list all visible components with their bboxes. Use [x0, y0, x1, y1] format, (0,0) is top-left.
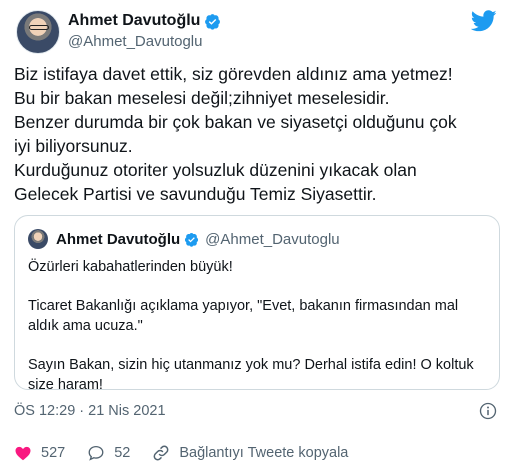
quoted-tweet[interactable]: Ahmet Davutoğlu @Ahmet_Davutoglu Özürler… [14, 215, 500, 393]
twitter-bird-icon[interactable] [471, 10, 497, 32]
tweet-text: Biz istifaya davet ettik, siz görevden a… [14, 62, 499, 206]
tweet-line: Gelecek Partisi ve savunduğu Temiz Siyas… [14, 184, 377, 204]
author-name-row[interactable]: Ahmet Davutoğlu [68, 12, 221, 30]
author-avatar[interactable] [16, 10, 60, 54]
tweet-card: Ahmet Davutoğlu @Ahmet_Davutoglu Biz ist… [0, 0, 511, 470]
tweet-line: iyi biliyorsunuz. [14, 136, 133, 156]
author-handle[interactable]: @Ahmet_Davutoglu [68, 33, 202, 50]
tweet-line: Benzer durumda bir çok bakan ve siyasetç… [14, 112, 457, 132]
tweet-timestamp[interactable]: ÖS 12:29 · 21 Nis 2021 [14, 403, 166, 419]
verified-badge-icon [185, 232, 199, 247]
tweet-line: Kurduğunuz otoriter yolsuzluk düzenini y… [14, 160, 417, 180]
heart-icon [15, 446, 31, 461]
info-icon[interactable] [479, 402, 497, 420]
tweet-actions: 527 52 Bağlantıyı Tweete kopyala [14, 444, 370, 462]
quoted-author-avatar [28, 229, 48, 249]
tweet-line: Biz istifaya davet ettik, siz görevden a… [14, 64, 453, 84]
quoted-author-name: Ahmet Davutoğlu [56, 230, 181, 248]
reply-count: 52 [114, 445, 131, 461]
link-icon [153, 445, 169, 461]
quoted-author-handle: @Ahmet_Davutoglu [205, 230, 340, 248]
reply-button[interactable]: 52 [87, 444, 130, 462]
copy-link-label: Bağlantıyı Tweete kopyala [179, 445, 349, 461]
author-name[interactable]: Ahmet Davutoğlu [68, 12, 200, 30]
quoted-tweet-text: Özürleri kabahatlerinden büyük! Ticaret … [28, 257, 488, 414]
tweet-line: Bu bir bakan meselesi değil;zihniyet mes… [14, 88, 390, 108]
copy-link-button[interactable]: Bağlantıyı Tweete kopyala [152, 444, 348, 462]
quoted-paragraph: Sayın Bakan, sizin hiç utanmanız yok mu?… [28, 357, 474, 393]
quoted-paragraph: Ticaret Bakanlığı açıklama yapıyor, "Eve… [28, 298, 459, 334]
verified-badge-icon [205, 13, 221, 30]
reply-bubble-icon [88, 445, 104, 461]
avatar-glasses [29, 25, 49, 30]
quoted-paragraph: Özürleri kabahatlerinden büyük! [28, 259, 233, 275]
like-button[interactable]: 527 [14, 444, 65, 462]
quoted-tweet-header: Ahmet Davutoğlu @Ahmet_Davutoglu [28, 229, 340, 249]
like-count: 527 [41, 445, 66, 461]
